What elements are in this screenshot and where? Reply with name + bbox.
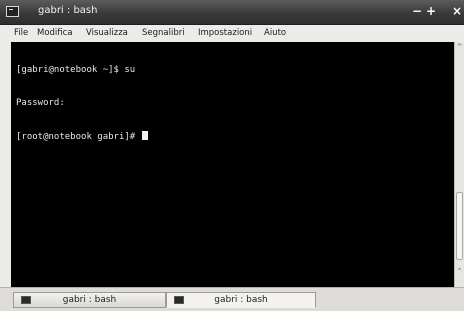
minimize-button[interactable]: − xyxy=(410,4,424,19)
close-button[interactable]: × xyxy=(450,4,464,19)
tab-label: gabri : bash xyxy=(214,295,268,305)
window-title: gabri : bash xyxy=(38,5,98,16)
terminal-line: [gabri@notebook ~]$ su xyxy=(16,65,136,75)
terminal-prompt-line: [root@notebook gabri]# xyxy=(16,131,148,142)
menu-segnalibri[interactable]: Segnalibri xyxy=(142,28,185,38)
title-bar[interactable]: gabri : bash − + × xyxy=(0,0,464,25)
menu-modifica[interactable]: Modifica xyxy=(37,28,73,38)
scroll-down-arrow-icon[interactable]: ⌃ xyxy=(455,266,464,276)
text-cursor xyxy=(141,131,148,140)
terminal-icon[interactable] xyxy=(6,6,19,17)
terminal-line: Password: xyxy=(16,98,65,108)
menu-impostazioni[interactable]: Impostazioni xyxy=(198,28,252,38)
konsole-window: gabri : bash − + × File Modifica Visuali… xyxy=(0,0,464,311)
scroll-up-arrow-icon[interactable]: ^ xyxy=(455,42,464,52)
terminal-area[interactable]: [gabri@notebook ~]$ su Password: [root@n… xyxy=(11,42,454,287)
menu-aiuto[interactable]: Aiuto xyxy=(264,28,286,38)
session-tab-active[interactable]: gabri : bash xyxy=(166,292,316,308)
window-frame-left xyxy=(0,42,11,287)
tab-label: gabri : bash xyxy=(62,295,117,305)
maximize-button[interactable]: + xyxy=(424,4,438,19)
terminal-output: [gabri@notebook ~]$ su Password: [root@n… xyxy=(16,43,148,164)
scrollbar-thumb[interactable] xyxy=(456,192,463,260)
menu-visualizza[interactable]: Visualizza xyxy=(86,28,128,38)
terminal-prompt: [root@notebook gabri]# xyxy=(16,132,141,142)
session-tab[interactable]: gabri : bash xyxy=(13,292,166,308)
menu-bar: File Modifica Visualizza Segnalibri Impo… xyxy=(0,25,464,43)
vertical-scrollbar[interactable]: ^ ⌃ xyxy=(454,42,464,287)
menu-file[interactable]: File xyxy=(14,28,28,38)
session-tab-bar: gabri : bash gabri : bash xyxy=(0,287,464,311)
